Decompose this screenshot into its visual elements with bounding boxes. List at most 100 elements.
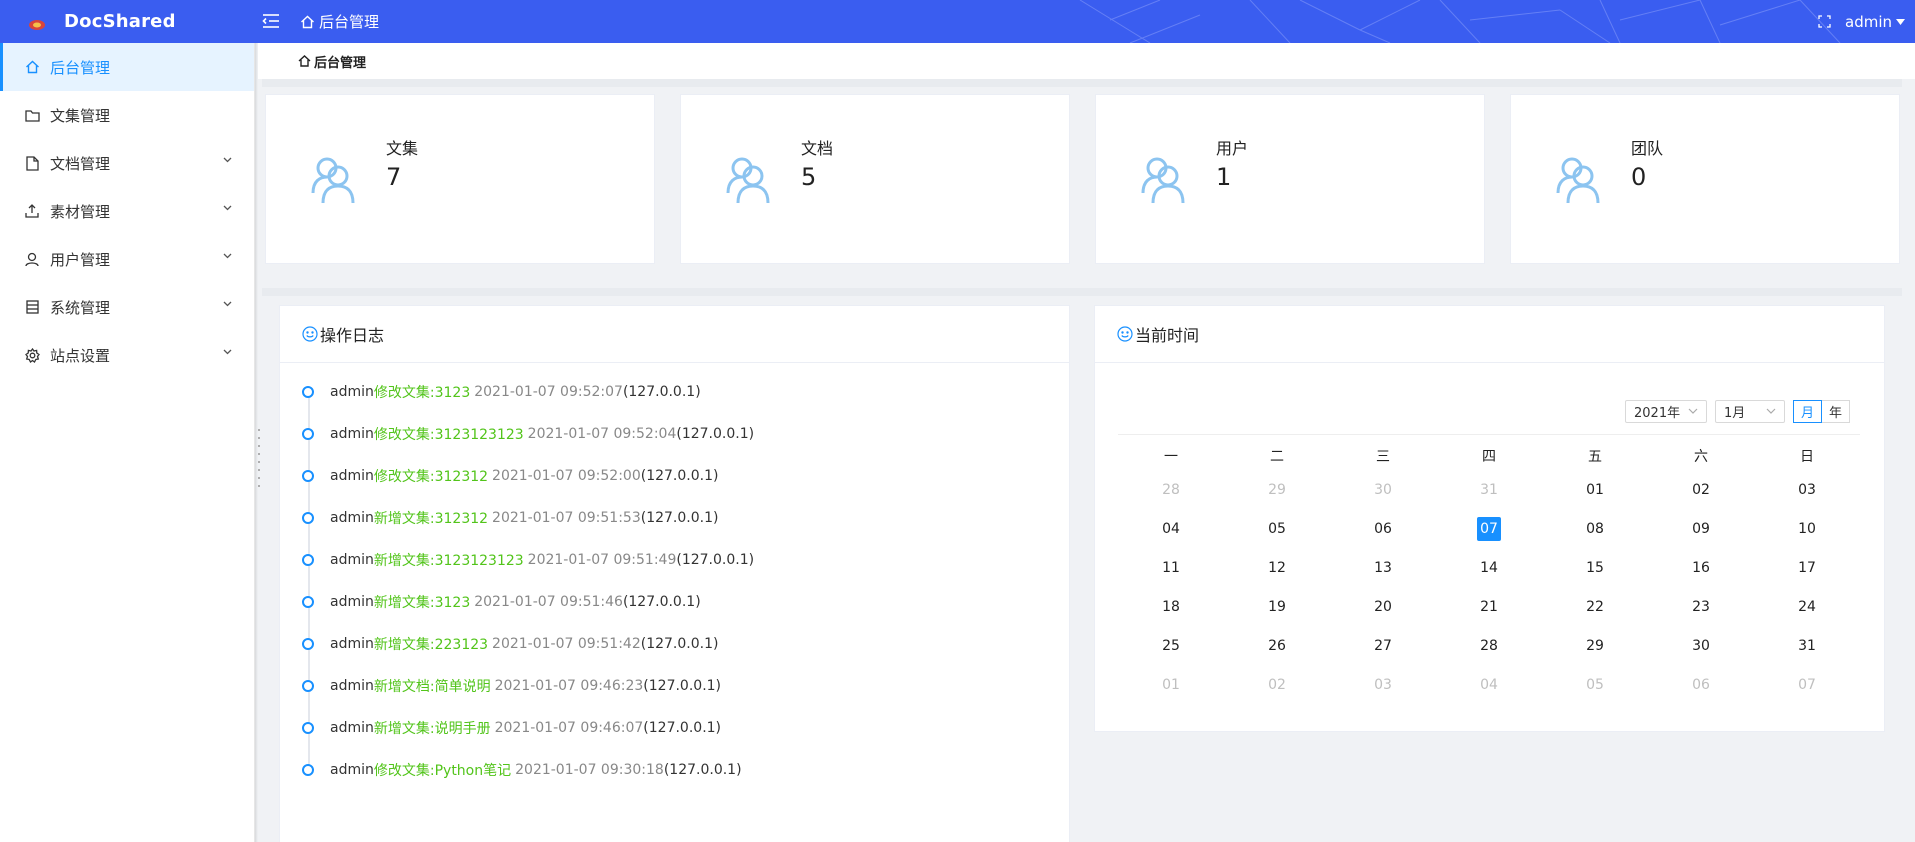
calendar-day[interactable]: 18 [1118, 599, 1224, 615]
timeline-dot [302, 764, 314, 776]
sidebar-item-label: 文集管理 [50, 106, 111, 125]
calendar-day[interactable]: 05 [1542, 677, 1648, 693]
calendar-day[interactable]: 29 [1224, 482, 1330, 498]
log-time: 2021-01-07 09:52:04 [527, 426, 677, 442]
calendar-day[interactable]: 03 [1754, 482, 1860, 498]
sidebar-resize-handle[interactable] [257, 428, 261, 488]
sidebar-item-materials[interactable]: 素材管理 [0, 187, 254, 235]
home-icon [24, 59, 40, 75]
breadcrumb-label[interactable]: 后台管理 [314, 52, 366, 71]
mode-month-button[interactable]: 月 [1793, 400, 1822, 423]
user-menu[interactable]: admin [1845, 13, 1905, 31]
stat-card-users: 用户 1 [1095, 94, 1485, 264]
log-time: 2021-01-07 09:51:46 [474, 594, 623, 610]
calendar-day[interactable]: 27 [1330, 638, 1436, 654]
caret-down-icon [1896, 18, 1905, 25]
calendar-day[interactable]: 20 [1330, 599, 1436, 615]
calendar-day[interactable]: 28 [1436, 638, 1542, 654]
chevron-down-icon [1766, 408, 1776, 414]
calendar-day[interactable]: 28 [1118, 482, 1224, 498]
header-breadcrumb-label: 后台管理 [319, 13, 380, 31]
month-select-value: 1月 [1724, 406, 1746, 421]
users-icon [311, 157, 355, 204]
calendar-day[interactable]: 23 [1648, 599, 1754, 615]
calendar-day[interactable]: 05 [1224, 521, 1330, 537]
calendar-day[interactable]: 01 [1118, 677, 1224, 693]
fullscreen-icon[interactable] [1818, 15, 1831, 28]
calendar-day[interactable]: 19 [1224, 599, 1330, 615]
sidebar-item-users[interactable]: 用户管理 [0, 235, 254, 283]
calendar-day[interactable]: 14 [1436, 560, 1542, 576]
sidebar-item-collections[interactable]: 文集管理 [0, 91, 254, 139]
calendar-week-row: 11 12 13 14 15 16 17 [1118, 548, 1860, 587]
sidebar: 后台管理 文集管理 文档管理 素材管理 用户管理 系统管理 站点设置 [0, 43, 255, 842]
sidebar-item-site-settings[interactable]: 站点设置 [0, 331, 254, 379]
log-user: admin [330, 762, 374, 778]
log-ip: (127.0.0.1) [640, 468, 719, 484]
calendar-day[interactable]: 16 [1648, 560, 1754, 576]
calendar-day[interactable]: 13 [1330, 560, 1436, 576]
year-select-value: 2021年 [1634, 406, 1681, 421]
calendar-day[interactable]: 24 [1754, 599, 1860, 615]
calendar-day[interactable]: 07 [1754, 677, 1860, 693]
weekday-label: 一 [1164, 449, 1178, 465]
calendar-day[interactable]: 30 [1648, 638, 1754, 654]
folder-icon [24, 107, 40, 123]
calendar-day[interactable]: 09 [1648, 521, 1754, 537]
calendar-day[interactable]: 01 [1542, 482, 1648, 498]
log-action: 新增文集:223123 [373, 637, 489, 653]
weekday-label: 二 [1270, 449, 1284, 465]
calendar-week-row: 28 29 30 31 01 02 03 [1118, 470, 1860, 509]
calendar-day[interactable]: 15 [1542, 560, 1648, 576]
calendar-day[interactable]: 06 [1330, 521, 1436, 537]
log-action: 修改文集:Python笔记 [373, 763, 512, 779]
calendar-day[interactable]: 02 [1648, 482, 1754, 498]
user-icon [24, 251, 40, 267]
timeline-item: admin 修改文集:312312 2021-01-07 09:52:00 (127.… [302, 466, 718, 486]
calendar-day[interactable]: 25 [1118, 638, 1224, 654]
calendar-grid: 一二三四五六日 28 29 30 31 01 02 03 04 05 06 07 08 09 10 11 12… [1118, 446, 1860, 704]
log-time: 2021-01-07 09:52:00 [492, 468, 641, 484]
calendar-day[interactable]: 21 [1436, 599, 1542, 615]
calendar-day[interactable]: 10 [1754, 521, 1860, 537]
calendar-day[interactable]: 31 [1436, 482, 1542, 498]
calendar-day[interactable]: 26 [1224, 638, 1330, 654]
calendar-day[interactable]: 29 [1542, 638, 1648, 654]
calendar-day[interactable]: 02 [1224, 677, 1330, 693]
sidebar-item-dashboard[interactable]: 后台管理 [0, 43, 254, 91]
log-user: admin [330, 384, 374, 400]
stat-value: 5 [801, 163, 817, 191]
month-select[interactable]: 1月 [1715, 400, 1785, 423]
sidebar-item-documents[interactable]: 文档管理 [0, 139, 254, 187]
log-time: 2021-01-07 09:51:53 [492, 510, 641, 526]
log-ip: (127.0.0.1) [643, 678, 722, 694]
log-ip: (127.0.0.1) [622, 384, 701, 400]
calendar-day[interactable]: 31 [1754, 638, 1860, 654]
calendar-day[interactable]: 11 [1118, 560, 1224, 576]
calendar-day-selected[interactable]: 07 [1436, 516, 1542, 541]
log-user: admin [330, 678, 374, 694]
calendar-day[interactable]: 22 [1542, 599, 1648, 615]
menu-collapse-icon[interactable] [260, 10, 282, 32]
sidebar-item-system[interactable]: 系统管理 [0, 283, 254, 331]
calendar-day[interactable]: 04 [1118, 521, 1224, 537]
calendar-day[interactable]: 06 [1648, 677, 1754, 693]
chevron-down-icon [223, 301, 232, 307]
year-select[interactable]: 2021年 [1625, 400, 1707, 423]
log-action: 新增文集:3123123123 [373, 553, 524, 569]
log-action: 修改文集:3123123123 [373, 427, 524, 443]
calendar-day[interactable]: 04 [1436, 677, 1542, 693]
stat-label: 团队 [1631, 139, 1664, 158]
app-logo[interactable]: DocShared [0, 0, 255, 43]
calendar-day[interactable]: 08 [1542, 521, 1648, 537]
calendar-day[interactable]: 30 [1330, 482, 1436, 498]
calendar-day[interactable]: 17 [1754, 560, 1860, 576]
mode-year-button[interactable]: 年 [1821, 400, 1850, 423]
header-breadcrumb[interactable]: 后台管理 [300, 0, 379, 43]
calendar-day[interactable]: 12 [1224, 560, 1330, 576]
timeline-item: admin 修改文集:3123 2021-01-07 09:52:07 (127.0.… [302, 382, 701, 402]
calendar-day[interactable]: 03 [1330, 677, 1436, 693]
timeline-dot [302, 722, 314, 734]
panel-title: 当前时间 [1135, 326, 1200, 345]
timeline-item: admin 新增文集:说明手册 2021-01-07 09:46:07 (127.0.… [302, 718, 721, 738]
